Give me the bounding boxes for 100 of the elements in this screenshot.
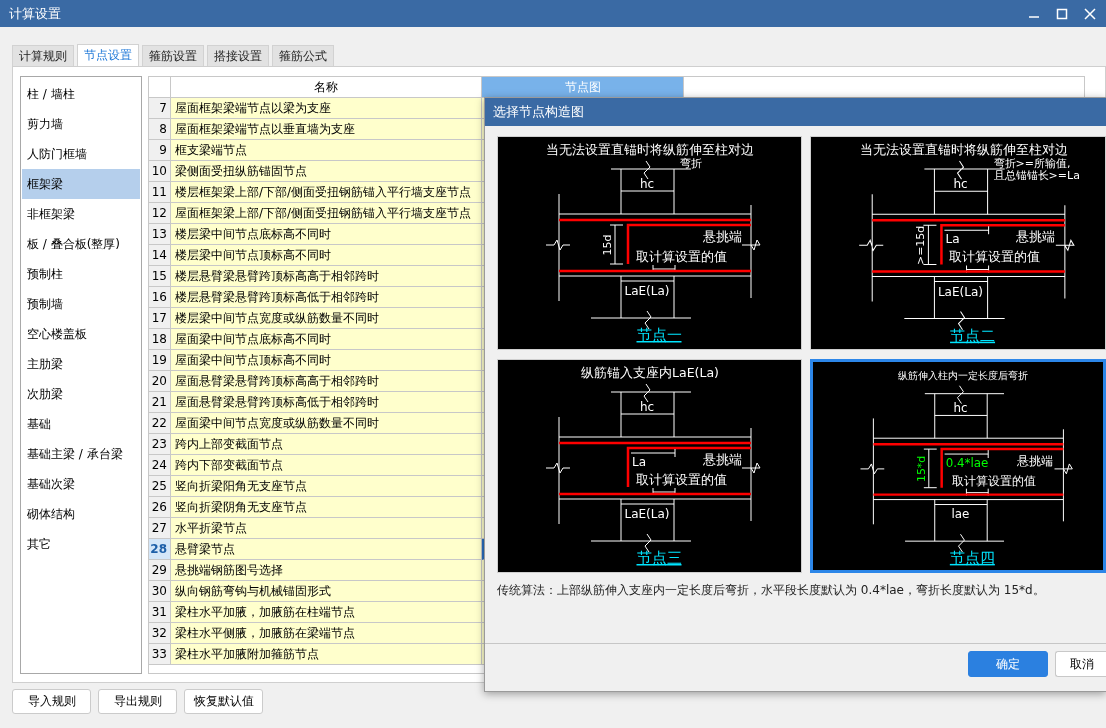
table-cell: 悬挑端钢筋图号选择: [171, 560, 482, 581]
row-number[interactable]: 12: [149, 203, 171, 224]
table-cell: 梁侧面受扭纵筋锚固节点: [171, 161, 482, 182]
category-item[interactable]: 次肋梁: [22, 379, 140, 409]
row-number[interactable]: 18: [149, 329, 171, 350]
row-number[interactable]: 31: [149, 602, 171, 623]
node-link[interactable]: 节点二: [950, 326, 996, 345]
row-number[interactable]: 16: [149, 287, 171, 308]
row-number[interactable]: 25: [149, 476, 171, 497]
row-number[interactable]: 21: [149, 392, 171, 413]
row-number[interactable]: 27: [149, 518, 171, 539]
row-number[interactable]: 10: [149, 161, 171, 182]
row-number[interactable]: 29: [149, 560, 171, 581]
category-item[interactable]: 人防门框墙: [22, 139, 140, 169]
tab[interactable]: 搭接设置: [207, 45, 269, 66]
confirm-button[interactable]: 确定: [968, 651, 1048, 677]
row-number[interactable]: 30: [149, 581, 171, 602]
dialog-title: 选择节点构造图: [493, 103, 584, 121]
row-number[interactable]: 13: [149, 224, 171, 245]
table-cell: 屋面梁中间节点顶标高不同时: [171, 350, 482, 371]
row-number[interactable]: 15: [149, 266, 171, 287]
table-cell: 屋面框架梁端节点以垂直墙为支座: [171, 119, 482, 140]
node-diagram-card[interactable]: 当无法设置直锚时将纵筋伸至柱对边 弯折 hc 15d 悬挑端 取计算设置的值 LaE(La) 节点一: [497, 136, 802, 350]
row-number[interactable]: 22: [149, 413, 171, 434]
category-item[interactable]: 剪力墙: [22, 109, 140, 139]
category-item[interactable]: 框架梁: [22, 169, 140, 199]
category-item[interactable]: 其它: [22, 529, 140, 559]
tab[interactable]: 箍筋公式: [272, 45, 334, 66]
row-number[interactable]: 20: [149, 371, 171, 392]
row-number[interactable]: 28: [149, 539, 171, 560]
dimension-label: 0.4*lae: [945, 455, 989, 470]
row-number[interactable]: 19: [149, 350, 171, 371]
table-cell: 楼层悬臂梁悬臂跨顶标高低于相邻跨时: [171, 287, 482, 308]
row-number[interactable]: 26: [149, 497, 171, 518]
category-item[interactable]: 预制柱: [22, 259, 140, 289]
row-number[interactable]: 8: [149, 119, 171, 140]
category-item[interactable]: 预制墙: [22, 289, 140, 319]
diagram-title: 纵筋锚入支座内LaE(La): [581, 365, 719, 380]
table-cell: 水平折梁节点: [171, 518, 482, 539]
tab[interactable]: 节点设置: [77, 44, 139, 66]
action-button[interactable]: 导出规则: [98, 689, 177, 714]
table-cell: 楼层梁中间节点顶标高不同时: [171, 245, 482, 266]
dimension-label: LaE(La): [624, 507, 670, 521]
table-cell: 梁柱水平侧腋，加腋筋在梁端节点: [171, 623, 482, 644]
category-item[interactable]: 柱 / 墙柱: [22, 79, 140, 109]
category-item[interactable]: 板 / 叠合板(整厚): [22, 229, 140, 259]
table-cell: 楼层梁中间节点底标高不同时: [171, 224, 482, 245]
category-item[interactable]: 砌体结构: [22, 499, 140, 529]
row-number[interactable]: 23: [149, 434, 171, 455]
row-number[interactable]: 32: [149, 623, 171, 644]
row-number[interactable]: 14: [149, 245, 171, 266]
dimension-label: 15*d: [914, 455, 928, 482]
diagram-title: 弯折: [680, 156, 702, 170]
node-diagram-card[interactable]: 纵筋伸入柱内一定长度后弯折 hc 15*d 0.4*lae 悬挑端 取计算设置的值 lae 节点四: [810, 359, 1106, 573]
dimension-label: 15d: [601, 234, 614, 256]
dimension-label: hc: [639, 177, 655, 191]
table-cell: 梁柱水平加腋，加腋筋在柱端节点: [171, 602, 482, 623]
node-link[interactable]: 节点三: [636, 549, 682, 567]
category-item[interactable]: 空心楼盖板: [22, 319, 140, 349]
cantilever-label: 悬挑端: [702, 229, 742, 244]
table-cell: 屋面梁中间节点宽度或纵筋数量不同时: [171, 413, 482, 434]
category-item[interactable]: 基础: [22, 409, 140, 439]
tab[interactable]: 箍筋设置: [142, 45, 204, 66]
table-cell: 屋面框架梁上部/下部/侧面受扭钢筋锚入平行墙支座节点: [171, 203, 482, 224]
node-link[interactable]: 节点四: [949, 548, 995, 566]
window-title: 计算设置: [9, 4, 61, 23]
table-cell: 屋面框架梁端节点以梁为支座: [171, 98, 482, 119]
dimension-label: >=15d: [914, 225, 928, 266]
row-number[interactable]: 9: [149, 140, 171, 161]
table-cell: 纵向钢筋弯钩与机械锚固形式: [171, 581, 482, 602]
row-number[interactable]: 11: [149, 182, 171, 203]
table-cell: 屋面悬臂梁悬臂跨顶标高低于相邻跨时: [171, 392, 482, 413]
node-link[interactable]: 节点一: [636, 326, 682, 344]
diagram-title: 且总锚锚长>=La: [993, 169, 1080, 183]
close-icon[interactable]: [1084, 7, 1096, 20]
action-button[interactable]: 恢复默认值: [184, 689, 263, 714]
table-cell: 跨内上部变截面节点: [171, 434, 482, 455]
row-number[interactable]: 7: [149, 98, 171, 119]
dimension-label: La: [632, 455, 647, 469]
row-number[interactable]: 17: [149, 308, 171, 329]
category-item[interactable]: 基础次梁: [22, 469, 140, 499]
note-label: 取计算设置的值: [635, 472, 727, 487]
dimension-label: LaE(La): [937, 284, 984, 299]
table-cell: 屋面悬臂梁悬臂跨顶标高高于相邻跨时: [171, 371, 482, 392]
tab[interactable]: 计算规则: [12, 45, 74, 66]
cantilever-label: 悬挑端: [1016, 229, 1056, 245]
node-diagram-card[interactable]: 纵筋锚入支座内LaE(La) hc La 悬挑端 取计算设置的值 LaE(La) 节点三: [497, 359, 802, 573]
action-button[interactable]: 导入规则: [12, 689, 91, 714]
table-cell: 屋面梁中间节点底标高不同时: [171, 329, 482, 350]
description-text: 传统算法：上部纵筋伸入支座内一定长度后弯折，水平段长度默认为 0.4*lae，弯折长度默认为 15*d。: [496, 582, 1046, 599]
category-item[interactable]: 主肋梁: [22, 349, 140, 379]
row-number[interactable]: 24: [149, 455, 171, 476]
category-item[interactable]: 基础主梁 / 承台梁: [22, 439, 140, 469]
dimension-label: hc: [953, 401, 968, 416]
row-number[interactable]: 33: [149, 644, 171, 665]
dimension-label: lae: [951, 507, 970, 522]
node-diagram-card[interactable]: 当无法设置直锚时将纵筋伸至柱对边 弯折>=所输值, 且总锚锚长>=La hc >=15d La 悬挑端 取计算设置的值 LaE(La) 节点二: [810, 136, 1106, 350]
cancel-button[interactable]: 取消: [1055, 651, 1106, 677]
maximize-icon[interactable]: [1056, 7, 1068, 20]
category-item[interactable]: 非框架梁: [22, 199, 140, 229]
